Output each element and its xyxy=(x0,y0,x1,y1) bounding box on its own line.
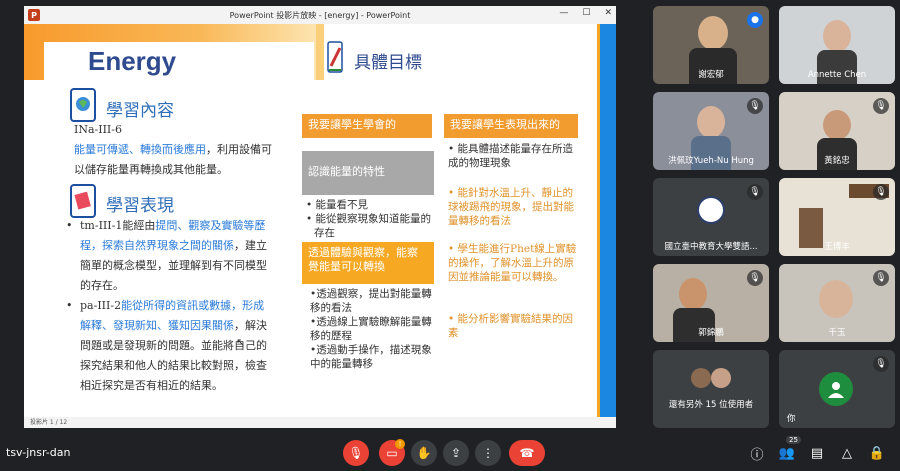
list-item: • 能量看不見 xyxy=(306,199,369,211)
col1-list-1: • 能量看不見 • 能從觀察現象知道能量的存在 xyxy=(306,198,436,240)
participant-tile[interactable]: 🎙 國立臺中教育大學雙語... xyxy=(653,178,769,256)
book-icon xyxy=(70,184,96,218)
powerpoint-window: P PowerPoint 投影片放映 - [energy] - PowerPoi… xyxy=(24,6,616,428)
list-item: • 能具體描述能量存在所造成的物理現象 xyxy=(448,143,574,169)
meeting-toolbar: tsv-jnsr-dan 🎙 ▭ ! ✋ ⇪ ⋮ ☎ ⓘ 👥 25 ▤ △ 🔒 xyxy=(0,436,900,471)
participant-name: 千玉 xyxy=(828,328,846,338)
list-item: • 能從觀察現象知道能量的存在 xyxy=(306,213,432,239)
participant-name: 謝宏郁 xyxy=(698,70,724,80)
participant-tile[interactable]: 🎙 郭錦鵬 xyxy=(653,264,769,342)
performance-item-2: • pa-III-2能從所得的資訊或數據，形成 解釋、發現新知、獲知因果關係，解… xyxy=(66,299,267,392)
user-avatar-icon xyxy=(819,372,853,406)
avatar xyxy=(819,280,853,318)
avatar xyxy=(697,106,725,138)
list-item: •透過觀察，提出對能量轉移的看法 xyxy=(310,288,432,314)
chat-icon[interactable]: ▤ xyxy=(808,444,826,462)
window-title: PowerPoint 投影片放映 - [energy] - PowerPoint xyxy=(229,10,411,20)
more-options-button[interactable]: ⋮ xyxy=(475,440,501,466)
mic-off-icon: 🎙 xyxy=(873,270,889,286)
participant-tile[interactable]: 🎙 洪佩玟Yueh-Nu Hung xyxy=(653,92,769,170)
col2-header: 我要讓學生表現出來的 xyxy=(444,114,578,138)
meeting-code: tsv-jnsr-dan xyxy=(6,446,71,459)
participant-tile[interactable]: 🎙 千玉 xyxy=(779,264,895,342)
avatar xyxy=(679,278,707,310)
content-text: 能量可傳遞、轉換而後應用，利用設備可 以儲存能量再轉換成其他能量。 xyxy=(74,143,272,176)
avatar xyxy=(823,20,851,52)
speaking-icon: ● xyxy=(747,12,763,28)
section2-title: 學習表現 xyxy=(106,196,174,216)
participant-tile[interactable]: Annette Chen xyxy=(779,6,895,84)
list-item: •透過動手操作，描述現象中的能量轉移 xyxy=(310,344,432,370)
mic-off-icon: 🎙 xyxy=(747,184,763,200)
slide-canvas: Energy 具體目標 學習內容 INa-III-6 能量可傳遞、轉換而後應用，… xyxy=(24,24,616,417)
participant-tile[interactable]: ● 謝宏郁 xyxy=(653,6,769,84)
participant-name: 郭錦鵬 xyxy=(698,328,724,338)
col2-list: • 能具體描述能量存在所造成的物理現象 • 能針對水溫上升、靜止的球被踢飛的現象… xyxy=(448,142,578,340)
alert-badge: ! xyxy=(395,439,405,449)
activities-icon[interactable]: △ xyxy=(838,444,856,462)
avatar xyxy=(711,368,731,388)
avatar xyxy=(691,368,711,388)
microscope-icon xyxy=(324,38,346,78)
right-heading: 具體目標 xyxy=(354,53,422,73)
list-item: •透過線上實驗瞭解能量轉移的歷程 xyxy=(310,316,432,342)
participant-tile[interactable]: 🎙 王博丰 xyxy=(779,178,895,256)
mouse-cursor-icon: ↖ xyxy=(236,336,246,349)
yellow-box: 透過體驗與觀察，能察覺能量可以轉換 xyxy=(302,242,434,284)
content-code: INa-III-6 xyxy=(74,123,122,136)
participant-tile[interactable]: 🎙 黃銘忠 xyxy=(779,92,895,170)
list-item: • 學生能進行Phet線上實驗的操作，了解水溫上升的原因並推論能量可以轉換。 xyxy=(448,243,577,283)
university-logo-icon xyxy=(697,196,725,224)
raise-hand-button[interactable]: ✋ xyxy=(411,440,437,466)
present-button[interactable]: ⇪ xyxy=(443,440,469,466)
avatar xyxy=(698,16,728,50)
section1-title: 學習內容 xyxy=(106,101,174,121)
participant-name: Annette Chen xyxy=(807,70,867,80)
list-item: • 能針對水溫上升、靜止的球被踢飛的現象，提出對能量轉移的看法 xyxy=(448,187,574,227)
ppt-statusbar: 投影片 1 / 12 xyxy=(24,417,616,428)
more-participants-tile[interactable]: 還有另外 15 位使用者 xyxy=(653,350,769,428)
mic-off-icon: 🎙 xyxy=(873,98,889,114)
mic-off-icon: 🎙 xyxy=(747,98,763,114)
maximize-icon[interactable]: ☐ xyxy=(582,8,590,18)
participant-name: 洪佩玟Yueh-Nu Hung xyxy=(668,156,754,166)
minimize-icon[interactable]: — xyxy=(559,8,568,18)
info-icon[interactable]: ⓘ xyxy=(748,444,766,463)
close-icon[interactable]: ✕ xyxy=(604,8,612,18)
mic-off-icon: 🎙 xyxy=(747,270,763,286)
list-item: • 能分析影響實驗結果的因素 xyxy=(448,313,574,339)
host-controls-icon[interactable]: 🔒 xyxy=(868,444,886,462)
mic-toggle-button[interactable]: 🎙 xyxy=(343,440,369,466)
people-icon[interactable]: 👥 xyxy=(778,444,796,462)
globe-icon xyxy=(70,88,96,122)
more-participants-label: 還有另外 15 位使用者 xyxy=(668,400,754,410)
performance-item-1: • tm-III-1能經由提問、觀察及實驗等歷 程，探索自然界現象之間的關係，建… xyxy=(66,219,267,292)
col1-list-2: •透過觀察，提出對能量轉移的看法 •透過線上實驗瞭解能量轉移的歷程 •透過動手操… xyxy=(310,287,436,371)
participant-name: 國立臺中教育大學雙語... xyxy=(664,242,758,252)
ppt-titlebar: P PowerPoint 投影片放映 - [energy] - PowerPoi… xyxy=(24,6,616,25)
powerpoint-icon: P xyxy=(28,9,40,21)
col1-header: 我要讓學生學會的 xyxy=(302,114,432,138)
self-tile[interactable]: 🎙 你 xyxy=(779,350,895,428)
slide-blue-edge xyxy=(600,24,616,417)
gray-box: 認識能量的特性 xyxy=(302,151,434,195)
mic-off-icon: 🎙 xyxy=(873,184,889,200)
slide-heading: Energy xyxy=(88,46,177,76)
participant-name: 你 xyxy=(787,414,796,424)
participant-name: 王博丰 xyxy=(824,242,850,252)
people-count-badge: 25 xyxy=(786,436,801,444)
avatar xyxy=(823,110,851,140)
participant-name: 黃銘忠 xyxy=(824,156,850,166)
end-call-button[interactable]: ☎ xyxy=(509,440,545,466)
mic-off-icon: 🎙 xyxy=(873,356,889,372)
